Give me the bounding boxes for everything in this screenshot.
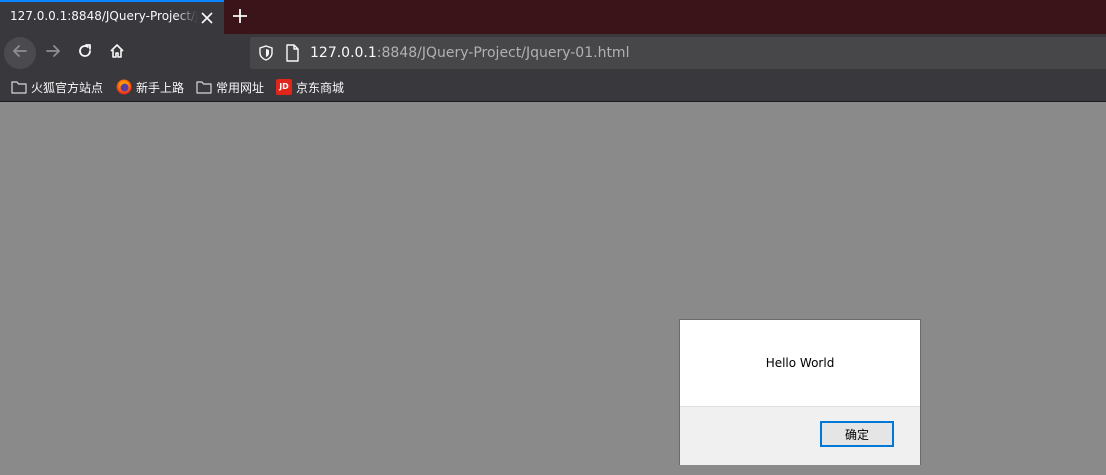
tab-strip: 127.0.0.1:8848/JQuery-Project/Jquery-01.… [0, 0, 1106, 34]
reload-button[interactable] [69, 37, 101, 69]
active-tab[interactable]: 127.0.0.1:8848/JQuery-Project/Jquery-01.… [0, 0, 224, 34]
arrow-right-icon [44, 42, 62, 64]
bookmark-label: 新手上路 [136, 80, 185, 95]
bookmarks-toolbar: 火狐官方站点 新手上路 常用网址 JD 京东商城 [0, 72, 1106, 102]
url-text[interactable]: 127.0.0.1:8848/JQuery-Project/Jquery-01.… [310, 45, 629, 61]
back-button[interactable] [4, 37, 36, 69]
tab-title: 127.0.0.1:8848/JQuery-Project/Jquery-01.… [10, 9, 198, 23]
reload-icon [76, 42, 94, 64]
home-button[interactable] [101, 37, 133, 69]
forward-button[interactable] [37, 37, 69, 69]
navigation-toolbar: 127.0.0.1:8848/JQuery-Project/Jquery-01.… [0, 34, 1106, 72]
address-bar[interactable]: 127.0.0.1:8848/JQuery-Project/Jquery-01.… [250, 37, 1106, 69]
close-icon[interactable] [198, 9, 216, 27]
jd-logo-icon: JD [276, 79, 292, 95]
bookmark-label: 火狐官方站点 [31, 80, 104, 95]
bookmark-label: 京东商城 [296, 80, 345, 95]
url-host: 127.0.0.1 [310, 45, 377, 61]
ok-button[interactable]: 确定 [820, 421, 894, 447]
url-path: :8848/JQuery-Project/Jquery-01.html [376, 45, 630, 61]
bookmark-getting-started[interactable]: 新手上路 [116, 78, 184, 96]
bookmark-label: 常用网址 [216, 80, 265, 95]
plus-icon[interactable] [230, 6, 250, 26]
folder-icon [11, 79, 27, 95]
bookmark-firefox-official[interactable]: 火狐官方站点 [11, 78, 103, 96]
page-icon[interactable] [285, 44, 299, 62]
page-content-overlay [0, 102, 1106, 475]
arrow-left-icon [11, 42, 29, 64]
home-icon [108, 42, 126, 64]
alert-message: Hello World [765, 356, 835, 370]
browser-window: 127.0.0.1:8848/JQuery-Project/Jquery-01.… [0, 0, 1106, 475]
bookmark-common-sites[interactable]: 常用网址 [196, 78, 264, 96]
firefox-icon [116, 79, 132, 95]
shield-icon[interactable] [259, 45, 273, 61]
alert-dialog: Hello World 确定 [679, 319, 921, 465]
bookmark-jd-mall[interactable]: JD 京东商城 [276, 78, 344, 96]
folder-icon [196, 79, 212, 95]
alert-footer: 确定 [680, 406, 920, 465]
